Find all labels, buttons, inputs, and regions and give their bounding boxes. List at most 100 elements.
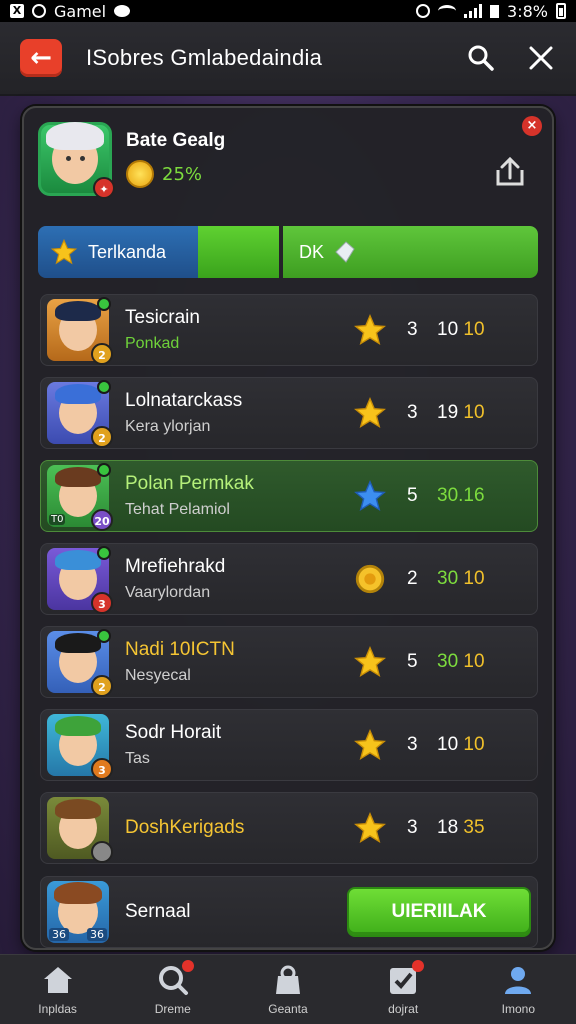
rank-badge [91,841,113,863]
rank-badge: 20 [91,509,113,531]
nav-profile[interactable]: Imono [468,964,568,1016]
progress-right-label: DK [299,241,325,262]
list-item[interactable]: 2 Nadi 10ICTN Nesyecal 5 30 10 [40,626,538,698]
nav-home[interactable]: Inpldas [8,964,108,1016]
list-item[interactable]: 2 Lolnatarckass Kera ylorjan 3 19 10 [40,377,538,449]
avatar[interactable]: 2 [47,380,113,448]
player-score: 30 10 [437,651,527,673]
level-badge: ✦ [93,177,115,199]
player-score: 19 10 [437,402,527,424]
profile-name: Bate Gealg [126,130,226,151]
avatar[interactable] [47,797,113,863]
online-dot [97,380,111,394]
avatar-face [55,799,101,849]
player-sub: Kera ylorjan [125,418,211,435]
nav-label-bag: Geanta [268,1001,308,1016]
avatar[interactable]: 3 [47,714,113,780]
blue-star-icon [353,479,387,513]
avatar-face [55,550,101,600]
back-button[interactable]: ← [20,39,62,77]
star-icon [50,238,78,265]
score-a: 30.16 [437,485,485,506]
score-a: 10 [437,734,459,755]
star-icon [353,313,387,347]
player-name: Lolnatarckass [125,390,243,411]
avatar-face [46,122,104,184]
avatar[interactable]: 3 [47,546,113,614]
close-button[interactable] [526,43,556,73]
current-player-row: 36 36 Sernaal UIERIILAK [40,876,538,948]
back-arrow-icon: ← [30,43,52,73]
online-dot [97,297,111,311]
player-score: 30.16 [437,485,527,507]
badge-left: T0 [49,514,66,525]
leaderboard-panel: × ✦ Bate Gealg 25% Terlkanda DK 2 Tesicr… [22,106,554,950]
player-name: Tesicrain [125,307,200,328]
player-sub: Vaarylordan [125,584,211,601]
search-button[interactable] [466,43,496,73]
star-icon [353,728,387,762]
star-icon [353,396,387,430]
nav-check[interactable]: dojrat [353,959,453,1016]
badge-left: 36 [49,928,69,941]
notification-dot [412,959,425,972]
panel-close-button[interactable]: × [522,116,542,136]
score-a: 10 [437,319,459,340]
avatar-face [55,716,101,766]
nav-label-home: Inpldas [38,1001,77,1016]
home-icon [43,966,72,993]
list-item[interactable]: DoshKerigads 3 18 35 [40,792,538,864]
list-item[interactable]: 20 T0 Polan Permkak Tehat Pelamiol 5 30.… [40,460,538,532]
avatar[interactable]: 2 [47,297,113,365]
list-item[interactable]: 3 Sodr Horait Tas 3 10 10 [40,709,538,781]
progress-label: Terlkanda [88,241,167,262]
status-bar: X Gamel 3:8% [0,0,576,22]
status-app-name: Gamel [54,1,107,21]
nav-search[interactable]: Dreme [123,959,223,1016]
close-icon: × [526,118,538,133]
rank-badge: 3 [91,758,113,780]
share-icon [496,156,524,186]
player-sub: Tas [125,750,150,767]
cta-button[interactable]: UIERIILAK [347,887,531,937]
player-name: Sodr Horait [125,722,222,743]
score-b: 10 [463,402,485,423]
list-item[interactable]: 2 Tesicrain Ponkad 3 10 10 [40,294,538,366]
rank-badge: 2 [91,675,113,697]
avatar[interactable]: ✦ [38,122,115,199]
score-a: 19 [437,402,459,423]
current-player-name: Sernaal [125,901,191,922]
online-dot [97,463,111,477]
player-rank: 2 [407,568,418,589]
list-item[interactable]: 3 Mrefiehrakd Vaarylordan 2 30 10 [40,543,538,615]
score-b: 10 [463,734,485,755]
player-name: DoshKerigads [125,817,245,838]
avatar-face [55,467,101,517]
avatar[interactable]: 2 [47,629,113,697]
player-name: Mrefiehrakd [125,556,226,577]
avatar[interactable]: 20 T0 [47,463,113,531]
progress-action-button[interactable]: DK [283,226,538,278]
score-b: 10 [463,651,485,672]
avatar-face [55,384,101,434]
player-rank: 3 [407,734,418,755]
player-rank: 5 [407,485,418,506]
close-icon [529,46,553,70]
status-battery-text: 3:8% [507,1,548,21]
score-b: 10 [463,319,485,340]
nav-label-search: Dreme [154,1001,191,1016]
player-sub: Tehat Pelamiol [125,501,230,518]
player-rank: 5 [407,651,418,672]
avatar[interactable]: 36 36 [47,881,109,943]
nav-bag[interactable]: Geanta [238,964,338,1016]
player-rank: 3 [407,817,418,838]
player-score: 10 10 [437,319,527,341]
coin-icon [126,160,154,188]
avatar-face [55,301,101,351]
share-button[interactable] [492,154,528,190]
signal-icon [464,4,483,18]
player-score: 30 10 [437,568,527,590]
g-notification-icon [32,4,46,18]
player-name: Polan Permkak [125,473,254,494]
bag-icon [275,965,300,994]
